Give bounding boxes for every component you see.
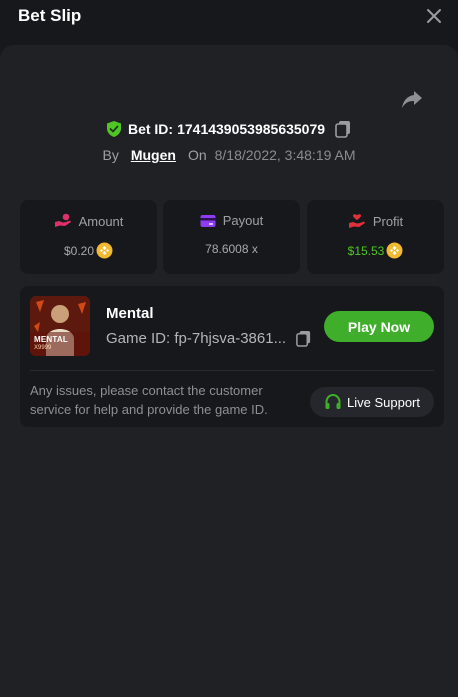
stat-amount-value: $0.20 <box>63 243 95 258</box>
headphones-icon <box>325 393 341 409</box>
bet-stats: Amount $0.20 Payout 78.6008 x Profit $15… <box>20 200 444 274</box>
hand-heart-icon <box>348 214 365 228</box>
bet-slip-page: Bet Slip Bet ID: 1741439053985635079 By … <box>0 0 458 697</box>
shield-check-icon <box>106 121 121 137</box>
share-icon <box>402 91 422 108</box>
hand-coin-icon <box>54 213 71 227</box>
bet-slip-panel: Bet ID: 1741439053985635079 By Mugen On … <box>0 45 458 697</box>
divider <box>30 370 434 371</box>
live-support-button[interactable]: Live Support <box>310 387 434 417</box>
bet-id-row: Bet ID: 1741439053985635079 <box>0 118 458 140</box>
support-message: Any issues, please contact the customer … <box>30 383 268 417</box>
stat-amount-label: Amount <box>78 213 124 229</box>
stat-payout-value: 78.6008 x <box>205 242 258 256</box>
page-title: Bet Slip <box>18 6 82 25</box>
stat-profit: Profit $15.53 <box>307 200 444 274</box>
card-icon <box>200 214 216 227</box>
play-now-button[interactable]: Play Now <box>324 311 434 342</box>
username-link[interactable]: Mugen <box>131 147 176 163</box>
bet-id-label: Bet ID: <box>127 121 174 137</box>
by-label: By <box>102 147 119 163</box>
bnb-coin-icon <box>386 242 403 259</box>
game-thumbnail-subtitle: X9999 <box>34 345 52 351</box>
close-button[interactable] <box>424 6 444 26</box>
stat-payout-label: Payout <box>222 213 264 228</box>
close-icon <box>427 9 441 23</box>
bet-datetime: 8/18/2022, 3:48:19 AM <box>214 147 356 163</box>
copy-icon <box>296 330 311 347</box>
stat-profit-label: Profit <box>372 213 404 229</box>
copy-bet-id-button[interactable] <box>334 120 352 138</box>
stat-payout: Payout 78.6008 x <box>163 200 300 274</box>
copy-icon <box>335 121 351 138</box>
bnb-coin-icon <box>96 242 113 259</box>
game-card: MENTAL X9999 Mental Game ID: fp-7hjsva-3… <box>20 286 444 427</box>
share-button[interactable] <box>400 88 424 110</box>
stat-profit-value: $15.53 <box>347 243 385 258</box>
stat-amount: Amount $0.20 <box>20 200 157 274</box>
game-name: Mental <box>106 305 154 322</box>
bet-meta-row: By Mugen On 8/18/2022, 3:48:19 AM <box>0 144 458 166</box>
header: Bet Slip <box>0 0 458 44</box>
bet-id-value: 1741439053985635079 <box>177 121 326 137</box>
game-id: Game ID: fp-7hjsva-3861... <box>106 330 287 347</box>
live-support-label: Live Support <box>347 394 420 410</box>
game-thumbnail[interactable]: MENTAL X9999 <box>30 296 90 356</box>
copy-game-id-button[interactable] <box>295 330 312 347</box>
game-thumbnail-title: MENTAL <box>34 335 68 344</box>
on-label: On <box>187 147 207 163</box>
